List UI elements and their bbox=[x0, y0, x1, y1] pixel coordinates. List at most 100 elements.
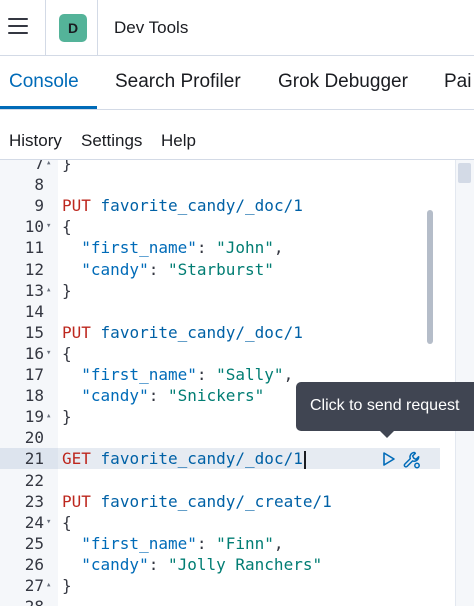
active-code-line[interactable]: 21 GET favorite_candy/_doc/1 bbox=[0, 448, 440, 470]
line-number: 11 bbox=[24, 238, 44, 258]
code-text: { bbox=[62, 343, 72, 364]
line-number: 8 bbox=[34, 175, 44, 195]
gutter-cell: 26 bbox=[0, 554, 58, 575]
code-token: { bbox=[62, 512, 72, 532]
code-token: "Snickers" bbox=[167, 386, 265, 406]
gutter-cell: 10 ▾ bbox=[0, 216, 58, 237]
output-scrollbar-thumb[interactable] bbox=[458, 163, 471, 183]
code-token: PUT bbox=[62, 491, 91, 511]
fold-close-icon[interactable]: ▴ bbox=[46, 280, 51, 301]
code-token: , bbox=[283, 365, 294, 384]
fold-close-icon[interactable]: ▴ bbox=[46, 575, 51, 596]
code-line[interactable]: 14 bbox=[0, 301, 455, 322]
code-line[interactable]: 13 ▴} bbox=[0, 280, 455, 301]
code-token: } bbox=[62, 407, 72, 427]
tab-search-profiler[interactable]: Search Profiler bbox=[115, 71, 241, 93]
code-text: "candy": "Snickers" bbox=[62, 385, 264, 406]
code-text: PUT favorite_candy/_create/1 bbox=[62, 491, 332, 512]
code-token: : bbox=[196, 238, 217, 258]
gutter-cell: 14 bbox=[0, 301, 58, 322]
line-number: 10 bbox=[24, 217, 44, 237]
code-token: } bbox=[62, 280, 72, 300]
gutter-cell: 8 bbox=[0, 174, 58, 195]
code-line[interactable]: 24 ▾ { bbox=[0, 512, 455, 533]
line-number: 12 bbox=[24, 259, 44, 279]
editor-scrollbar-thumb[interactable] bbox=[427, 210, 433, 344]
line-number: 27 bbox=[24, 576, 44, 595]
code-line[interactable]: 16 ▾{ bbox=[0, 343, 455, 364]
tab-painless-lab[interactable]: Pai bbox=[444, 71, 471, 93]
code-token: "first_name" bbox=[81, 533, 197, 553]
settings-link[interactable]: Settings bbox=[81, 131, 142, 151]
code-token: GET bbox=[62, 449, 91, 469]
code-line[interactable]: 28 bbox=[0, 596, 455, 606]
code-line[interactable]: 12 "candy": "Starburst" bbox=[0, 259, 455, 280]
hamburger-icon[interactable] bbox=[8, 18, 28, 36]
code-token: "candy" bbox=[81, 259, 149, 279]
line-number: 15 bbox=[24, 322, 44, 342]
code-line[interactable]: 9 PUT favorite_candy/_doc/1 bbox=[0, 195, 455, 216]
gutter-cell: 27 ▴ bbox=[0, 575, 58, 596]
code-token: { bbox=[62, 343, 72, 363]
fold-open-icon[interactable]: ▾ bbox=[46, 343, 51, 364]
code-token: : bbox=[148, 386, 168, 406]
code-token: "Finn" bbox=[216, 533, 274, 553]
app-header: D Dev Tools bbox=[0, 0, 474, 56]
tab-grok-debugger[interactable]: Grok Debugger bbox=[278, 71, 408, 93]
wrench-icon[interactable] bbox=[402, 450, 422, 470]
line-number: 20 bbox=[24, 428, 44, 448]
gutter-cell: 21 bbox=[0, 448, 58, 470]
code-text: "first_name": "Finn", bbox=[62, 533, 283, 554]
gutter-cell: 9 bbox=[0, 195, 58, 216]
fold-close-icon[interactable]: ▴ bbox=[46, 406, 51, 427]
code-line[interactable]: 11 "first_name": "John", bbox=[0, 237, 455, 258]
tooltip-arrow bbox=[379, 430, 395, 438]
code-token: favorite_candy/_doc/1 bbox=[100, 322, 303, 342]
fold-open-icon[interactable]: ▾ bbox=[46, 512, 51, 533]
play-icon[interactable] bbox=[381, 451, 397, 467]
code-line[interactable]: 10 ▾{ bbox=[0, 216, 455, 237]
code-token: } bbox=[62, 576, 72, 595]
code-line[interactable]: 26 "candy": "Jolly Ranchers" bbox=[0, 554, 455, 575]
code-token: favorite_candy/_doc/1 bbox=[100, 196, 303, 216]
code-line[interactable]: 22 bbox=[0, 470, 455, 491]
code-token: : bbox=[196, 365, 217, 384]
code-text: PUT favorite_candy/_doc/1 bbox=[62, 195, 303, 216]
code-line[interactable]: 23 PUT favorite_candy/_create/1 bbox=[0, 491, 455, 512]
code-text: { bbox=[62, 512, 72, 533]
history-link[interactable]: History bbox=[9, 131, 62, 151]
code-token: "Jolly Ranchers" bbox=[167, 554, 323, 574]
code-line[interactable]: 27 ▴} bbox=[0, 575, 455, 596]
code-token: "John" bbox=[216, 238, 274, 258]
help-link[interactable]: Help bbox=[161, 131, 196, 151]
fold-close-icon[interactable]: ▴ bbox=[46, 160, 51, 174]
code-line[interactable]: 25 "first_name": "Finn", bbox=[0, 533, 455, 554]
code-line[interactable]: 7 ▴} bbox=[0, 160, 455, 174]
code-token: "Sally" bbox=[216, 365, 284, 384]
code-text: } bbox=[62, 160, 72, 174]
code-line[interactable]: 15 PUT favorite_candy/_doc/1 bbox=[0, 322, 455, 343]
gutter-cell: 18 bbox=[0, 385, 58, 406]
space-avatar[interactable]: D bbox=[59, 14, 87, 42]
code-token: PUT bbox=[62, 196, 91, 216]
fold-open-icon[interactable]: ▾ bbox=[46, 216, 51, 237]
code-token: favorite_candy/_doc/1 bbox=[100, 449, 303, 469]
tab-console[interactable]: Console bbox=[9, 71, 79, 93]
code-token: "first_name" bbox=[81, 238, 197, 258]
console-menu: History Settings Help bbox=[0, 110, 474, 160]
code-line[interactable]: 8 bbox=[0, 174, 455, 195]
gutter-cell: 22 bbox=[0, 470, 58, 491]
gutter-cell: 25 bbox=[0, 533, 58, 554]
line-number: 24 bbox=[24, 512, 44, 532]
code-token: "candy" bbox=[81, 554, 149, 574]
line-number: 14 bbox=[24, 301, 44, 321]
gutter-cell: 20 bbox=[0, 427, 58, 448]
code-text: "first_name": "John", bbox=[62, 237, 283, 258]
page-title: Dev Tools bbox=[114, 18, 189, 37]
code-text: GET favorite_candy/_doc/1 bbox=[62, 448, 306, 469]
